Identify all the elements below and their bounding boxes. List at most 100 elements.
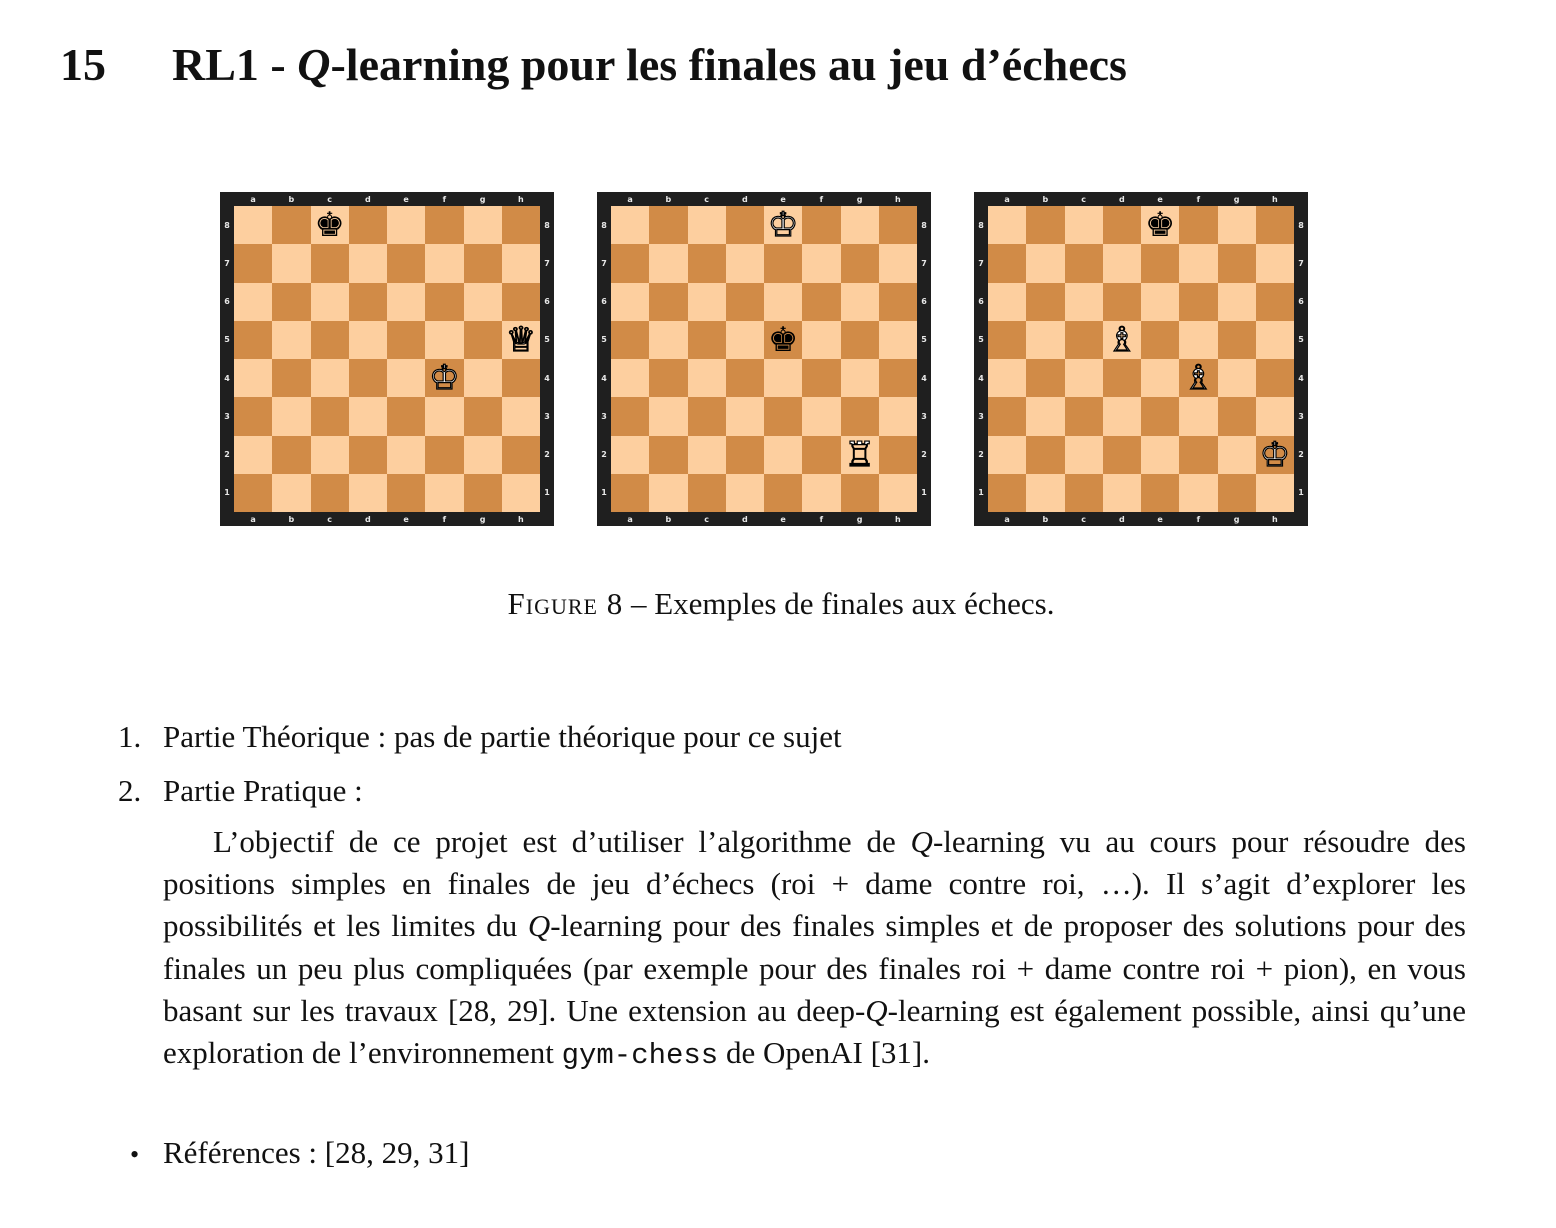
rank-label: 2: [544, 450, 550, 460]
square-f3: [425, 397, 464, 436]
square-f6: [1179, 282, 1218, 321]
square-b5: [649, 320, 688, 359]
square-d6: [725, 282, 764, 321]
square-a3: [611, 397, 650, 436]
rank-label: 2: [224, 450, 230, 460]
square-d2: [348, 435, 387, 474]
square-c3: [310, 397, 349, 436]
square-d3: [1102, 397, 1141, 436]
rank-label: 6: [544, 297, 550, 307]
rank-label: 7: [978, 258, 984, 268]
chess-piece-icon: ♚: [1144, 205, 1176, 246]
square-c2: [310, 435, 349, 474]
file-label: d: [742, 514, 748, 524]
square-f3: [1179, 397, 1218, 436]
board-grid: ♔ ♚ ♖: [611, 206, 917, 512]
square-a5: [988, 320, 1027, 359]
square-d7: [348, 244, 387, 283]
square-d6: [1102, 282, 1141, 321]
rank-label: 2: [1298, 450, 1304, 460]
square-d3: [348, 397, 387, 436]
list-item-practice: 2. Partie Pratique :: [118, 773, 363, 809]
square-c4: [687, 359, 726, 398]
square-f3: [802, 397, 841, 436]
rank-label: 3: [1298, 411, 1304, 421]
rank-label: 5: [601, 335, 607, 345]
square-h2: [501, 435, 540, 474]
square-g8: [1217, 206, 1256, 245]
square-h7: [501, 244, 540, 283]
square-h8: [501, 206, 540, 245]
square-c1: [310, 473, 349, 512]
square-a8: [988, 206, 1027, 245]
square-b4: [649, 359, 688, 398]
square-b4: [1026, 359, 1065, 398]
square-f5: [425, 320, 464, 359]
file-label: b: [665, 514, 672, 524]
rank-label: 5: [544, 335, 550, 345]
square-h3: [878, 397, 917, 436]
file-label: f: [819, 514, 824, 524]
square-e5: [1141, 320, 1180, 359]
square-a8: [611, 206, 650, 245]
file-label: b: [1042, 194, 1049, 204]
square-g6: [1217, 282, 1256, 321]
square-f8: [802, 206, 841, 245]
square-h3: [501, 397, 540, 436]
square-h4: [878, 359, 917, 398]
square-d4: [348, 359, 387, 398]
file-label: c: [327, 514, 332, 524]
rank-label: 7: [921, 258, 927, 268]
file-label: h: [518, 514, 524, 524]
square-b1: [649, 473, 688, 512]
rank-label: 3: [601, 411, 607, 421]
square-e4: [1141, 359, 1180, 398]
square-a3: [234, 397, 273, 436]
file-label: f: [442, 194, 447, 204]
square-b1: [1026, 473, 1065, 512]
file-label: d: [1119, 194, 1125, 204]
square-e4: [387, 359, 426, 398]
file-label: b: [288, 194, 295, 204]
chess-piece-icon: ♔: [429, 358, 461, 399]
square-h6: [1255, 282, 1294, 321]
square-e7: [764, 244, 803, 283]
list-item-label: 1.: [118, 719, 142, 754]
square-e3: [1141, 397, 1180, 436]
file-label: c: [1081, 514, 1086, 524]
square-f8: [1179, 206, 1218, 245]
rank-label: 8: [544, 220, 550, 230]
square-d3: [725, 397, 764, 436]
square-a4: [234, 359, 273, 398]
file-label: e: [1157, 194, 1163, 204]
square-e8: [387, 206, 426, 245]
square-f6: [425, 282, 464, 321]
square-a6: [234, 282, 273, 321]
square-g4: [840, 359, 879, 398]
square-b6: [649, 282, 688, 321]
square-d1: [1102, 473, 1141, 512]
board-grid: ♚ ♕ ♔: [234, 206, 540, 512]
square-h6: [501, 282, 540, 321]
file-label: e: [780, 514, 786, 524]
square-b8: [649, 206, 688, 245]
file-label: h: [1272, 514, 1278, 524]
file-label: a: [627, 194, 633, 204]
square-b3: [1026, 397, 1065, 436]
rank-label: 6: [921, 297, 927, 307]
square-f5: [802, 320, 841, 359]
square-b4: [272, 359, 311, 398]
chess-figure: a a b b c c d d e e f f g g h h 8 8 7 7 6 6 5 5 4 4 3 3 2 2 1 1 ♚ ♕ ♔ a a b b…: [220, 192, 1310, 528]
square-g4: [1217, 359, 1256, 398]
file-label: g: [479, 194, 486, 204]
file-label: b: [288, 514, 295, 524]
file-label: g: [856, 194, 863, 204]
rank-label: 6: [1298, 297, 1304, 307]
square-e6: [764, 282, 803, 321]
chess-board-1: a a b b c c d d e e f f g g h h 8 8 7 7 6 6 5 5 4 4 3 3 2 2 1 1 ♚ ♕ ♔: [220, 192, 554, 526]
square-c7: [1064, 244, 1103, 283]
square-b2: [272, 435, 311, 474]
square-a3: [988, 397, 1027, 436]
square-g3: [463, 397, 502, 436]
rank-label: 6: [601, 297, 607, 307]
